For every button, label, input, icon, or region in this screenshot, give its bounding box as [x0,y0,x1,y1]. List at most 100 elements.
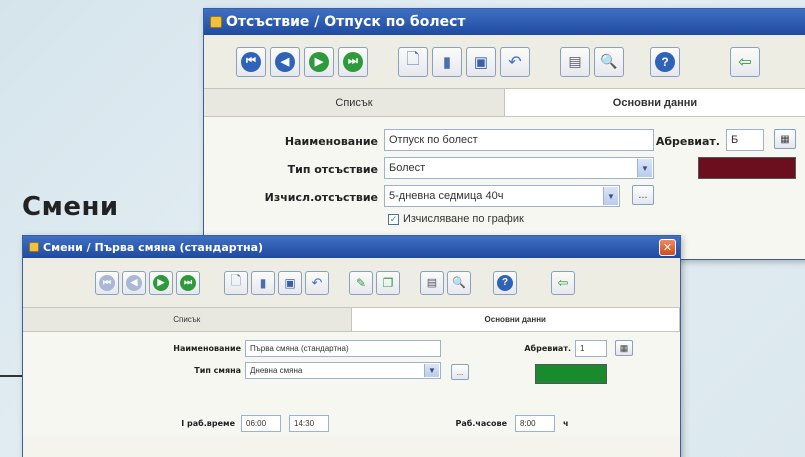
exit-icon: ⇦ [738,53,752,71]
shift-tabs: Списък Основни данни [23,308,680,332]
abbr-label: Абревиат. [524,344,571,353]
new-document-icon: 🗋 [230,272,242,288]
exit-button[interactable]: ⇦ [551,270,575,295]
exit-button[interactable]: ⇦ [730,46,760,77]
type-label: Тип отсъствие [287,163,378,176]
shift-window: Смени / Първа смяна (стандартна) ✕ ⏮ ◀ ▶… [22,235,681,457]
page-heading: Смени [22,192,119,222]
save-button[interactable]: ▣ [466,46,496,77]
tab-main-data[interactable]: Основни данни [505,89,805,116]
type-select[interactable]: Болест ▼ [384,157,654,179]
prev-record-button[interactable]: ◀ [122,270,146,295]
exit-icon: ⇦ [557,274,569,290]
chevron-down-icon[interactable]: ▼ [424,364,439,377]
work-hours-unit: ч [563,419,569,428]
print-button[interactable]: ▤ [560,46,590,77]
shift-toolbar: ⏮ ◀ ▶ ⏭ 🗋 ▮ ▣ ↶ ✎ ❐ ▤ 🔍 ? ⇦ [23,258,680,308]
type-select-value: Болест [389,162,426,174]
work-time-to-input[interactable]: 14:30 [289,415,329,432]
trash-icon: ▮ [259,275,267,290]
work-hours-input[interactable]: 8:00 [515,415,555,432]
delete-button[interactable]: ▮ [432,46,462,77]
next-record-button[interactable]: ▶ [149,270,173,295]
calc-by-schedule-checkbox[interactable]: ✓ Изчисляване по график [388,213,524,225]
undo-icon: ↶ [508,53,522,71]
undo-icon: ↶ [311,274,323,290]
abbr-input[interactable]: 1 [575,340,607,357]
prev-record-icon: ◀ [126,274,142,291]
prev-record-icon: ◀ [275,51,295,72]
save-button[interactable]: ▣ [278,270,302,295]
shift-color-swatch[interactable] [535,364,607,384]
shift-window-titlebar[interactable]: Смени / Първа смяна (стандартна) ✕ [23,236,680,258]
calc-select[interactable]: 5-дневна седмица 40ч ▼ [384,185,620,207]
tab-list[interactable]: Списък [204,89,505,116]
calc-label: Изчисл.отсъствие [264,191,378,204]
checkbox-label: Изчисляване по график [403,213,524,225]
undo-button[interactable]: ↶ [500,46,530,77]
new-document-button[interactable]: 🗋 [224,270,248,295]
abbr-label: Абревиат. [655,135,720,148]
help-button[interactable]: ? [493,270,517,295]
tab-list[interactable]: Списък [23,308,352,331]
first-record-button[interactable]: ⏮ [95,270,119,295]
work-time-label: I раб.време [181,419,235,428]
absence-color-swatch[interactable] [698,157,796,179]
type-label: Тип смяна [194,366,241,375]
lookup-icon: ▦ [619,342,629,353]
tab-main-data[interactable]: Основни данни [351,308,680,331]
trash-icon: ▮ [442,53,452,71]
save-icon: ▣ [284,275,296,290]
copy-icon: ❐ [382,275,394,290]
copy-button[interactable]: ❐ [376,270,400,295]
checkbox-box[interactable]: ✓ [388,213,399,225]
name-label: Наименование [284,135,378,148]
undo-button[interactable]: ↶ [305,270,329,295]
delete-button[interactable]: ▮ [251,270,275,295]
lookup-icon: ▦ [780,133,790,145]
prev-record-button[interactable]: ◀ [270,46,300,77]
type-select[interactable]: Дневна смяна ▼ [245,362,441,379]
type-browse-button[interactable]: ... [451,364,469,380]
last-record-icon: ⏭ [343,51,363,72]
first-record-button[interactable]: ⏮ [236,46,266,77]
edit-button[interactable]: ✎ [349,270,373,295]
help-icon: ? [655,51,675,72]
edit-icon: ✎ [355,275,367,290]
name-input[interactable]: Отпуск по болест [384,129,654,151]
work-hours-label: Раб.часове [455,419,507,428]
calc-browse-button[interactable]: ... [632,185,654,205]
app-icon [210,16,222,28]
printer-icon: ▤ [426,277,438,289]
chevron-down-icon[interactable]: ▼ [637,159,652,177]
name-input[interactable]: Първа смяна (стандартна) [245,340,441,357]
preview-button[interactable]: 🔍 [594,46,624,77]
preview-button[interactable]: 🔍 [447,270,471,295]
next-record-icon: ▶ [153,274,169,291]
print-button[interactable]: ▤ [420,270,444,295]
shift-window-title: Смени / Първа смяна (стандартна) [43,240,264,254]
last-record-button[interactable]: ⏭ [338,46,368,77]
work-time-from-input[interactable]: 06:00 [241,415,281,432]
app-icon [29,242,39,252]
help-icon: ? [497,274,513,291]
last-record-icon: ⏭ [180,274,196,291]
close-button[interactable]: ✕ [659,238,676,256]
abbr-input[interactable]: Б [726,129,764,151]
absence-window-titlebar[interactable]: Отсъствие / Отпуск по болест [204,9,805,35]
absence-toolbar: ⏮ ◀ ▶ ⏭ 🗋 ▮ ▣ ↶ ▤ 🔍 ? ⇦ [204,35,805,89]
type-select-value: Дневна смяна [250,366,303,375]
save-icon: ▣ [473,53,489,71]
abbr-lookup-button[interactable]: ▦ [774,129,796,149]
chevron-down-icon[interactable]: ▼ [603,187,618,205]
printer-icon: ▤ [568,53,582,69]
shift-form: Наименование Първа смяна (стандартна) Аб… [23,332,680,436]
name-label: Наименование [173,344,241,353]
last-record-button[interactable]: ⏭ [176,270,200,295]
new-document-button[interactable]: 🗋 [398,46,428,77]
abbr-lookup-button[interactable]: ▦ [615,340,633,356]
next-record-icon: ▶ [309,51,329,72]
next-record-button[interactable]: ▶ [304,46,334,77]
preview-icon: 🔍 [600,53,618,69]
help-button[interactable]: ? [650,46,680,77]
